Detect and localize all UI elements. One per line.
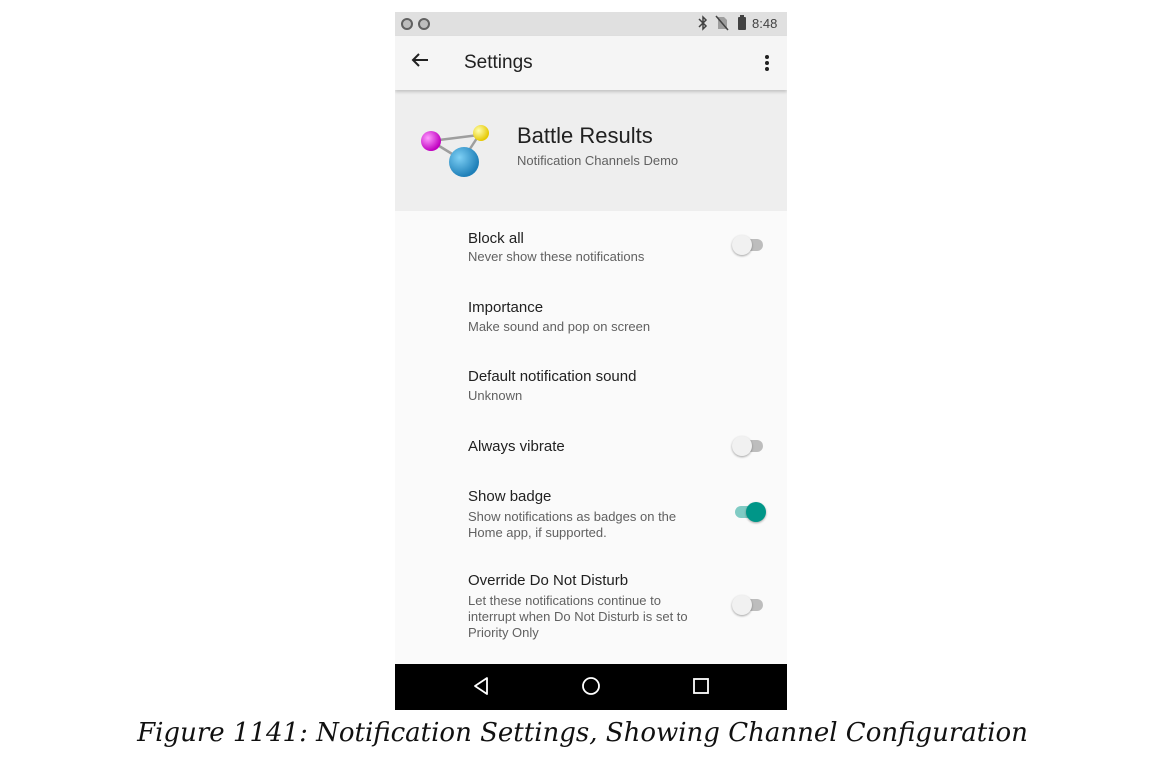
pref-title: Importance [468, 299, 544, 316]
no-sim-icon [715, 15, 729, 36]
pref-summary: Show notifications as badges on the Home… [468, 509, 677, 540]
molecule-icon [417, 124, 497, 185]
figure-caption: Figure 1141: Notification Settings, Show… [137, 718, 1028, 748]
pref-default-sound[interactable]: Default notification sound Unknown [395, 348, 787, 418]
pref-title: Override Do Not Disturb [468, 572, 629, 589]
pref-summary: Make sound and pop on screen [468, 319, 651, 334]
toolbar: Settings [395, 36, 787, 90]
notification-dot-icon [401, 18, 413, 30]
block-all-switch[interactable] [732, 235, 766, 255]
always-vibrate-switch[interactable] [732, 436, 766, 456]
notification-dot-icon [418, 18, 430, 30]
pref-summary: Unknown [468, 388, 523, 403]
override-dnd-switch[interactable] [732, 595, 766, 615]
app-header: Battle Results Notification Channels Dem… [395, 90, 787, 211]
pref-title: Default notification sound [468, 368, 637, 385]
show-badge-switch[interactable] [732, 502, 766, 522]
status-time: 8:48 [752, 16, 778, 31]
overflow-menu-icon[interactable] [755, 50, 779, 76]
pref-always-vibrate[interactable]: Always vibrate [395, 418, 787, 476]
arrow-back-icon[interactable] [411, 50, 429, 74]
recents-square-icon[interactable] [692, 676, 710, 701]
bluetooth-icon [697, 15, 709, 36]
battery-charging-icon [738, 15, 746, 30]
navigation-bar [395, 664, 787, 710]
status-bar: 8:48 [395, 12, 787, 36]
pref-show-badge[interactable]: Show badge Show notifications as badges … [395, 476, 787, 568]
pref-title: Always vibrate [468, 438, 565, 455]
pref-override-dnd[interactable]: Override Do Not Disturb Let these notifi… [395, 568, 787, 664]
page-title: Settings [464, 52, 533, 73]
pref-title: Show badge [468, 488, 552, 505]
pref-block-all[interactable]: Block all Never show these notifications [395, 211, 787, 279]
pref-importance[interactable]: Importance Make sound and pop on screen [395, 279, 787, 348]
app-name: Battle Results [517, 123, 653, 148]
pref-title: Block all [468, 230, 524, 247]
app-subtitle: Notification Channels Demo [517, 153, 679, 168]
pref-summary: Let these notifications continue to inte… [468, 593, 688, 640]
phone-screen: 8:48 Settings Battle Results Notificatio… [395, 12, 787, 710]
back-triangle-icon[interactable] [472, 676, 490, 701]
pref-summary: Never show these notifications [468, 249, 645, 264]
home-circle-icon[interactable] [581, 676, 601, 701]
